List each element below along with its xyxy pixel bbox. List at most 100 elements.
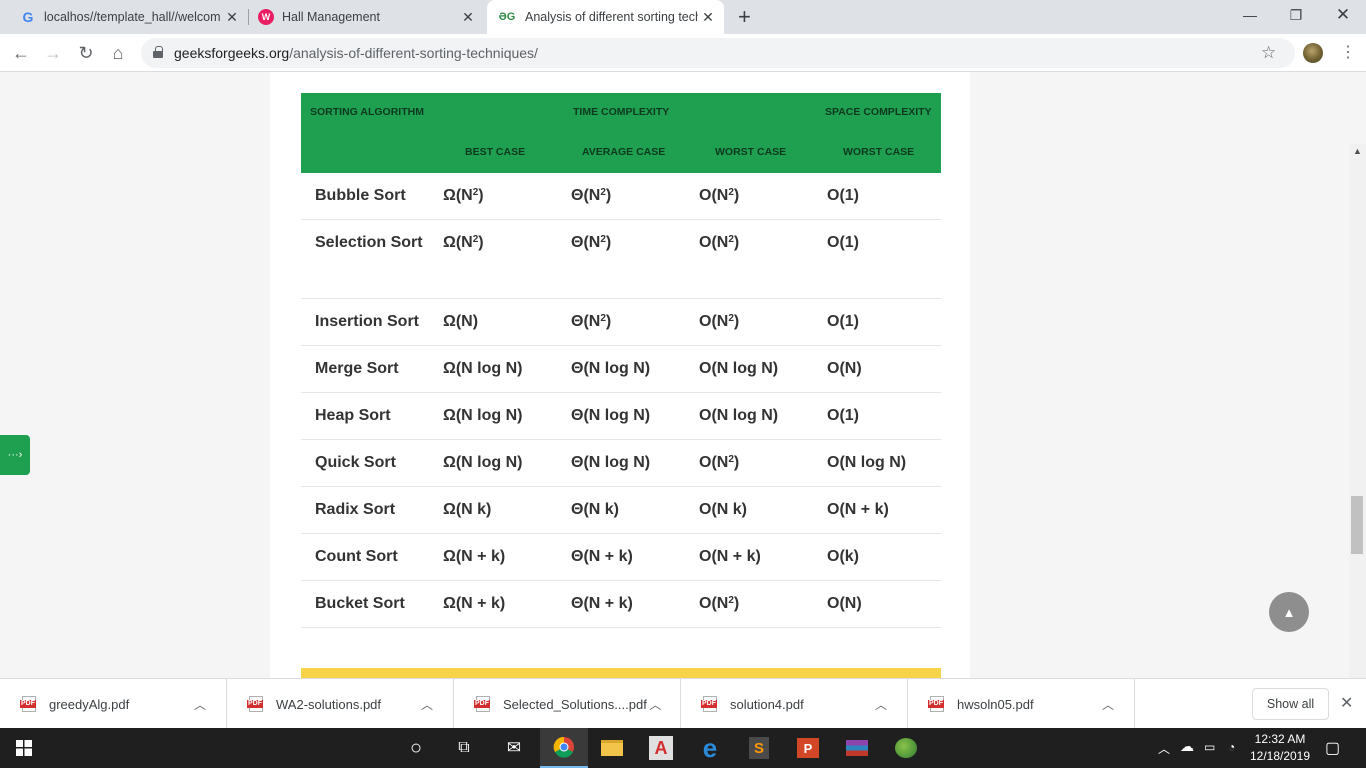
complexity-base: O(N log N) — [699, 407, 779, 424]
space-complexity-cell: O(1) — [827, 187, 859, 204]
chevron-up-icon[interactable]: ︿ — [190, 696, 210, 713]
page-scrollbar[interactable]: ▲ ▼ — [1349, 144, 1366, 678]
yellow-banner — [301, 668, 941, 678]
clock-time: 12:32 AM — [1254, 732, 1306, 746]
complexity-base: Ω(N) — [443, 313, 479, 330]
table-body: Bubble Sort Ω(N2) Θ(N2) O(N2) O(1) Selection … — [301, 173, 941, 628]
tab-localhost[interactable]: G localhos//template_hall//welcom ✕ — [10, 0, 248, 34]
forward-button[interactable]: → — [41, 41, 65, 65]
reload-button[interactable]: ↻ — [74, 41, 98, 65]
scroll-thumb[interactable] — [1351, 496, 1363, 554]
chrome-logo-icon — [553, 736, 574, 758]
profile-avatar[interactable] — [1303, 43, 1323, 63]
close-window-button[interactable]: ✕ — [1320, 0, 1366, 30]
pdf-icon: PDF — [928, 696, 944, 712]
algorithm-name-cell: Insertion Sort — [315, 313, 420, 330]
close-tab-icon[interactable]: ✕ — [222, 9, 242, 26]
start-button[interactable] — [0, 728, 48, 768]
tab-label: Hall Management — [282, 10, 380, 24]
close-tab-icon[interactable]: ✕ — [458, 9, 478, 26]
complexity-base: Θ(N — [571, 187, 601, 204]
network-app-icon[interactable] — [882, 728, 930, 768]
chrome-icon[interactable] — [540, 728, 588, 768]
scroll-up-arrow-icon[interactable]: ▲ — [1353, 146, 1362, 156]
acrobat-icon[interactable]: A — [637, 728, 685, 768]
minimize-button[interactable]: — — [1227, 0, 1273, 30]
space-complexity-cell: O(N) — [827, 360, 862, 377]
tab-label: localhos//template_hall//welcom — [44, 10, 221, 24]
download-item[interactable]: PDF solution4.pdf ︿ — [681, 679, 908, 729]
download-item[interactable]: PDF Selected_Solutions....pdf ︿ — [454, 679, 681, 729]
best-case-cell: Ω(N log N) — [443, 455, 522, 471]
system-clock[interactable]: 12:32 AM 12/18/2019 — [1244, 731, 1316, 765]
header-sorting-algorithm: SORTING ALGORITHM — [310, 106, 424, 118]
edge-icon[interactable]: e — [686, 728, 734, 768]
complexity-base: Ω(N k) — [443, 501, 492, 518]
download-filename: WA2-solutions.pdf — [276, 696, 382, 712]
wifi-icon[interactable]: ◔ — [1228, 740, 1235, 754]
table-row: Heap Sort Ω(N log N) Θ(N log N) O(N log N) O… — [301, 393, 941, 440]
complexity-base: Θ(N — [571, 234, 601, 251]
back-button[interactable]: ← — [9, 41, 33, 65]
task-view-icon[interactable]: ⧉ — [440, 728, 488, 768]
download-item[interactable]: PDF greedyAlg.pdf ︿ — [0, 679, 227, 729]
best-case-cell: Ω(N2) — [443, 235, 484, 251]
space-complexity-cell: O(k) — [827, 548, 859, 565]
complexity-base: Ω(N — [443, 234, 473, 251]
worst-case-cell: O(N2) — [699, 235, 739, 251]
header-space-complexity: SPACE COMPLEXITY — [825, 106, 932, 118]
average-case-cell: Θ(N log N) — [571, 408, 650, 424]
tab-hall-management[interactable]: W Hall Management ✕ — [248, 0, 484, 34]
download-item[interactable]: PDF WA2-solutions.pdf ︿ — [227, 679, 454, 729]
chevron-up-icon[interactable]: ︿ — [417, 696, 437, 713]
windows-taskbar: ○ ⧉ ✉ A e S P ︿ ☁ ▭ ◔ 12:32 AM 12/18/201… — [0, 728, 1366, 768]
mail-icon[interactable]: ✉ — [490, 728, 538, 768]
hall-management-icon: W — [258, 9, 274, 25]
chevron-up-icon[interactable]: ︿ — [871, 696, 891, 713]
complexity-base: O(N k) — [699, 501, 747, 518]
home-button[interactable]: ⌂ — [106, 41, 130, 65]
restore-button[interactable]: ❐ — [1273, 0, 1319, 30]
show-all-button[interactable]: Show all — [1252, 688, 1329, 720]
side-feedback-tab[interactable]: ···› — [0, 435, 30, 475]
tray-overflow-chevron-icon[interactable]: ︿ — [1158, 740, 1170, 757]
notifications-icon[interactable]: ▢ — [1325, 738, 1340, 758]
complexity-suffix: ) — [733, 187, 740, 204]
chevron-up-icon[interactable]: ︿ — [647, 696, 664, 713]
new-tab-button[interactable]: + — [738, 4, 751, 30]
complexity-suffix: ) — [733, 595, 740, 612]
chevron-up-icon[interactable]: ︿ — [1098, 696, 1118, 713]
complexity-suffix: ) — [478, 234, 484, 251]
scroll-to-top-button[interactable]: ▲ — [1269, 592, 1309, 632]
header-time-complexity: TIME COMPLEXITY — [573, 106, 670, 118]
pdf-icon: PDF — [247, 696, 263, 712]
close-tab-icon[interactable]: ✕ — [698, 9, 718, 26]
tab-sorting-analysis[interactable]: ƏG Analysis of different sorting techn ✕ — [487, 0, 724, 34]
file-explorer-icon[interactable] — [588, 728, 636, 768]
onedrive-cloud-icon[interactable]: ☁ — [1180, 738, 1194, 755]
complexity-suffix: ) — [733, 313, 740, 330]
article-content: SORTING ALGORITHM TIME COMPLEXITY SPACE … — [270, 72, 970, 678]
menu-dots-icon[interactable]: ⋮ — [1340, 42, 1356, 62]
complexity-base: Ω(N log N) — [443, 407, 523, 424]
cortana-search-icon[interactable]: ○ — [392, 728, 440, 768]
complexity-base: O(N — [699, 454, 729, 471]
table-row: Bucket Sort Ω(N + k) Θ(N + k) O(N2) O(N) — [301, 581, 941, 628]
powerpoint-icon[interactable]: P — [784, 728, 832, 768]
close-downloads-icon[interactable]: ✕ — [1340, 693, 1353, 713]
download-item[interactable]: PDF hwsoln05.pdf ︿ — [908, 679, 1135, 729]
sorting-complexity-table: SORTING ALGORITHM TIME COMPLEXITY SPACE … — [301, 93, 941, 628]
bookmark-star-icon[interactable]: ☆ — [1261, 43, 1276, 63]
best-case-cell: Ω(N + k) — [443, 549, 505, 565]
page-viewport: SORTING ALGORITHM TIME COMPLEXITY SPACE … — [0, 72, 1366, 678]
table-row: Bubble Sort Ω(N2) Θ(N2) O(N2) O(1) — [301, 173, 941, 220]
lock-icon — [153, 46, 163, 58]
table-row: Count Sort Ω(N + k) Θ(N + k) O(N + k) O(k) — [301, 534, 941, 581]
address-bar[interactable]: geeksforgeeks.org/analysis-of-different-… — [141, 38, 1295, 68]
average-case-cell: Θ(N + k) — [571, 549, 633, 565]
sublime-text-icon[interactable]: S — [735, 728, 783, 768]
complexity-base: Θ(N — [571, 313, 601, 330]
winrar-icon[interactable] — [833, 728, 881, 768]
table-row: Insertion Sort Ω(N) Θ(N2) O(N2) O(1) — [301, 299, 941, 346]
battery-icon[interactable]: ▭ — [1204, 740, 1215, 754]
